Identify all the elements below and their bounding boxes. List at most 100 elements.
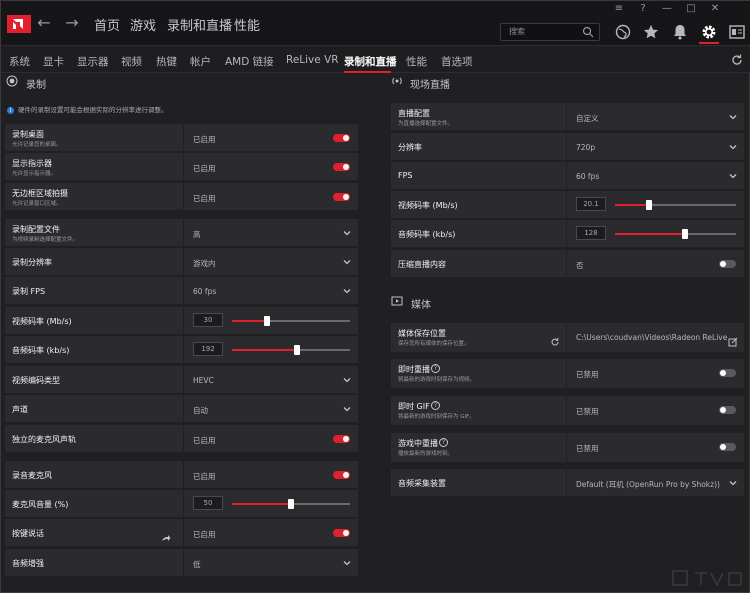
setting-value-cell[interactable]: 已启用 xyxy=(183,461,358,489)
setting-value-cell[interactable]: 已禁用 xyxy=(566,396,744,426)
toggle-knob xyxy=(343,530,349,536)
slider-thumb[interactable] xyxy=(682,229,688,239)
setting-value-cell[interactable]: HEVC xyxy=(183,366,358,394)
close-window-icon[interactable]: ✕ xyxy=(705,2,725,16)
amd-logo xyxy=(7,15,31,33)
setting-value-cell[interactable]: 20.1 xyxy=(566,191,744,219)
setting-label: 即时 GIF xyxy=(398,402,430,411)
tab-performance[interactable]: 性能 xyxy=(406,54,427,69)
setting-value-cell[interactable]: 已启用 xyxy=(183,519,358,547)
forward-arrow-icon[interactable]: → xyxy=(63,14,81,32)
toggle-switch[interactable] xyxy=(719,406,736,414)
setting-value-cell[interactable]: 否 xyxy=(566,250,744,278)
tab-preferences[interactable]: 首选项 xyxy=(441,54,473,69)
nav-performance[interactable]: 性能 xyxy=(234,15,260,34)
setting-row: 按键说话 已启用 xyxy=(5,519,358,547)
toggle-switch[interactable] xyxy=(719,369,736,377)
globe-icon[interactable] xyxy=(614,23,632,41)
toggle-switch[interactable] xyxy=(333,163,350,171)
help-icon[interactable]: ? xyxy=(439,438,448,447)
setting-value-cell[interactable]: 已禁用 xyxy=(566,359,744,389)
setting-row: 独立的麦克风声轨 已启用 xyxy=(5,425,358,453)
setting-row: 录制桌面 允许记录您的桌面。 已启用 xyxy=(5,124,358,152)
overlay-layout-icon[interactable] xyxy=(728,23,746,41)
slider-thumb[interactable] xyxy=(646,200,652,210)
share-arrow-icon[interactable] xyxy=(161,528,171,541)
menu-window-icon[interactable]: ≡ xyxy=(609,2,629,16)
star-icon[interactable] xyxy=(642,23,660,41)
gear-icon[interactable] xyxy=(700,23,718,41)
toggle-switch[interactable] xyxy=(333,471,350,479)
tab-record-stream[interactable]: 录制和直播 xyxy=(344,54,397,69)
toggle-switch[interactable] xyxy=(333,193,350,201)
nav-record-stream[interactable]: 录制和直播 xyxy=(167,15,232,34)
setting-value-cell[interactable]: 50 xyxy=(183,490,358,518)
chevron-down-icon xyxy=(343,289,351,294)
setting-value-cell[interactable]: Default (耳机 (OpenRun Pro by Shokz)) xyxy=(566,469,744,497)
toggle-switch[interactable] xyxy=(333,529,350,537)
toggle-switch[interactable] xyxy=(333,134,350,142)
slider-track[interactable] xyxy=(232,316,350,326)
slider-track[interactable] xyxy=(232,345,350,355)
setting-value-cell[interactable]: 高 xyxy=(183,219,358,247)
slider-track[interactable] xyxy=(615,200,736,210)
toggle-switch[interactable] xyxy=(333,435,350,443)
numeric-input[interactable]: 128 xyxy=(576,226,606,240)
numeric-input[interactable]: 192 xyxy=(193,342,223,356)
slider-thumb[interactable] xyxy=(264,316,270,326)
setting-value-cell[interactable]: 720p xyxy=(566,133,744,161)
reset-path-icon[interactable] xyxy=(550,332,560,346)
nav-home[interactable]: 首页 xyxy=(94,15,120,34)
numeric-input[interactable]: 30 xyxy=(193,313,223,327)
setting-value-cell[interactable]: 128 xyxy=(566,220,744,248)
tab-system[interactable]: 系统 xyxy=(9,54,30,69)
info-icon: i xyxy=(7,106,14,114)
tab-hotkeys[interactable]: 热键 xyxy=(156,54,177,69)
chevron-down-icon xyxy=(343,378,351,383)
setting-value-cell[interactable]: 已启用 xyxy=(183,153,358,181)
setting-value-cell[interactable]: 已启用 xyxy=(183,124,358,152)
numeric-input[interactable]: 50 xyxy=(193,496,223,510)
slider-track[interactable] xyxy=(232,499,350,509)
tab-display[interactable]: 显示器 xyxy=(77,54,109,69)
setting-label: 音频采集装置 xyxy=(398,479,446,488)
setting-value-cell[interactable]: 60 fps xyxy=(183,277,358,305)
bell-icon[interactable] xyxy=(671,23,689,41)
toggle-knob xyxy=(343,135,349,141)
help-icon[interactable]: ? xyxy=(431,401,440,410)
slider-track[interactable] xyxy=(615,229,736,239)
setting-value-cell[interactable]: 自动 xyxy=(183,395,358,423)
tab-video[interactable]: 视频 xyxy=(121,54,142,69)
setting-value-cell[interactable]: 低 xyxy=(183,549,358,577)
setting-value-cell[interactable]: 192 xyxy=(183,336,358,364)
slider-thumb[interactable] xyxy=(288,499,294,509)
setting-value-cell[interactable]: 自定义 xyxy=(566,103,744,131)
back-arrow-icon[interactable]: ← xyxy=(35,14,53,32)
setting-value-cell[interactable]: 30 xyxy=(183,307,358,335)
edit-path-icon[interactable] xyxy=(728,332,738,347)
numeric-input[interactable]: 20.1 xyxy=(576,197,606,211)
setting-value-cell[interactable]: 已启用 xyxy=(183,183,358,211)
tab-amd-link[interactable]: AMD 链接 xyxy=(225,54,274,69)
setting-value-cell[interactable]: C:\Users\coudvan\Videos\Radeon ReLive xyxy=(566,323,744,353)
toggle-switch[interactable] xyxy=(719,443,736,451)
reset-icon[interactable] xyxy=(730,53,744,67)
tab-graphics[interactable]: 显卡 xyxy=(43,54,64,69)
slider-thumb[interactable] xyxy=(294,345,300,355)
toggle-switch[interactable] xyxy=(719,260,736,268)
search-input[interactable]: 搜索 xyxy=(500,23,600,41)
nav-games[interactable]: 游戏 xyxy=(130,15,156,34)
help-window-icon[interactable]: ? xyxy=(633,2,653,16)
maximize-window-icon[interactable]: □ xyxy=(681,2,701,16)
setting-value-cell[interactable]: 60 fps xyxy=(566,162,744,190)
dropdown-value: 低 xyxy=(193,560,201,569)
setting-value-cell[interactable]: 已启用 xyxy=(183,425,358,453)
chevron-down-icon xyxy=(729,145,737,150)
setting-label: 媒体保存位置 xyxy=(398,329,446,338)
minimize-window-icon[interactable]: — xyxy=(657,2,677,16)
help-icon[interactable]: ? xyxy=(431,364,440,373)
tab-account[interactable]: 帐户 xyxy=(190,54,211,69)
tab-relive-vr[interactable]: ReLive VR xyxy=(286,54,339,66)
setting-value-cell[interactable]: 已禁用 xyxy=(566,433,744,463)
setting-value-cell[interactable]: 游戏内 xyxy=(183,248,358,276)
